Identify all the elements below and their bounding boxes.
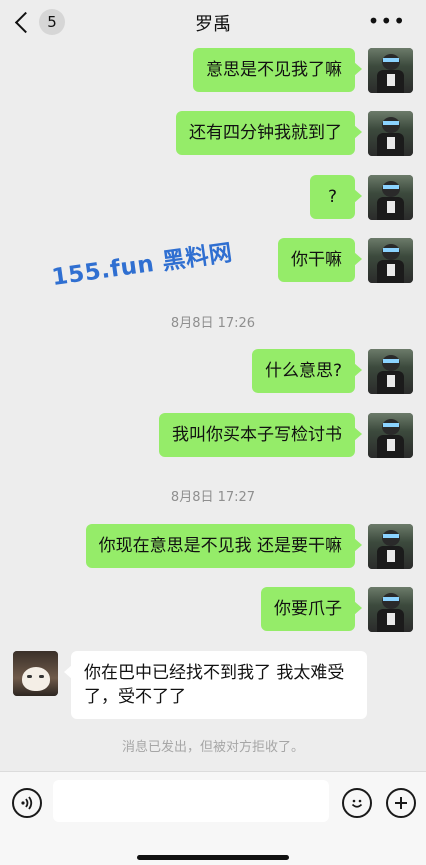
plus-icon (395, 797, 407, 809)
message-input[interactable] (53, 780, 329, 822)
my-avatar[interactable] (368, 524, 413, 569)
sent-message[interactable]: 意思是不见我了嘛 (193, 48, 362, 92)
watermark-text: 155.fun 黑料网 (50, 239, 235, 292)
input-bar (0, 771, 426, 865)
received-message[interactable]: 你在巴中已经找不到我了 我太难受了，受不了了 (64, 651, 367, 719)
my-avatar[interactable] (368, 238, 413, 283)
sent-message[interactable]: ? (309, 175, 363, 219)
timestamp: 8月8日 17:27 (170, 490, 256, 505)
chat-title: 罗禹 (195, 14, 231, 35)
sent-message[interactable]: 你现在意思是不见我 还是要干嘛 (85, 524, 363, 568)
emoji-icon (351, 799, 363, 808)
emoji-button[interactable] (342, 788, 372, 818)
my-avatar[interactable] (368, 349, 413, 394)
more-options-icon[interactable]: ••• (368, 11, 406, 31)
voice-icon (21, 796, 33, 810)
chat-header: 5 罗禹 ••• (0, 0, 426, 44)
sent-message[interactable]: 你干嘛 (278, 238, 362, 282)
my-avatar[interactable] (368, 175, 413, 220)
voice-button[interactable] (12, 788, 42, 818)
rejected-notice: 消息已发出，但被对方拒收了。 (121, 740, 304, 755)
my-avatar[interactable] (368, 48, 413, 93)
home-indicator (137, 855, 289, 860)
my-avatar[interactable] (368, 587, 413, 632)
contact-avatar[interactable] (13, 651, 58, 696)
add-button[interactable] (386, 788, 416, 818)
my-avatar[interactable] (368, 413, 413, 458)
sent-message[interactable]: 我叫你买本子写检讨书 (159, 413, 362, 457)
timestamp: 8月8日 17:26 (170, 316, 256, 331)
my-avatar[interactable] (368, 111, 413, 156)
sent-message[interactable]: 你要爪子 (261, 587, 362, 631)
sent-message[interactable]: 还有四分钟我就到了 (176, 111, 362, 155)
sent-message[interactable]: 什么意思? (251, 349, 363, 393)
